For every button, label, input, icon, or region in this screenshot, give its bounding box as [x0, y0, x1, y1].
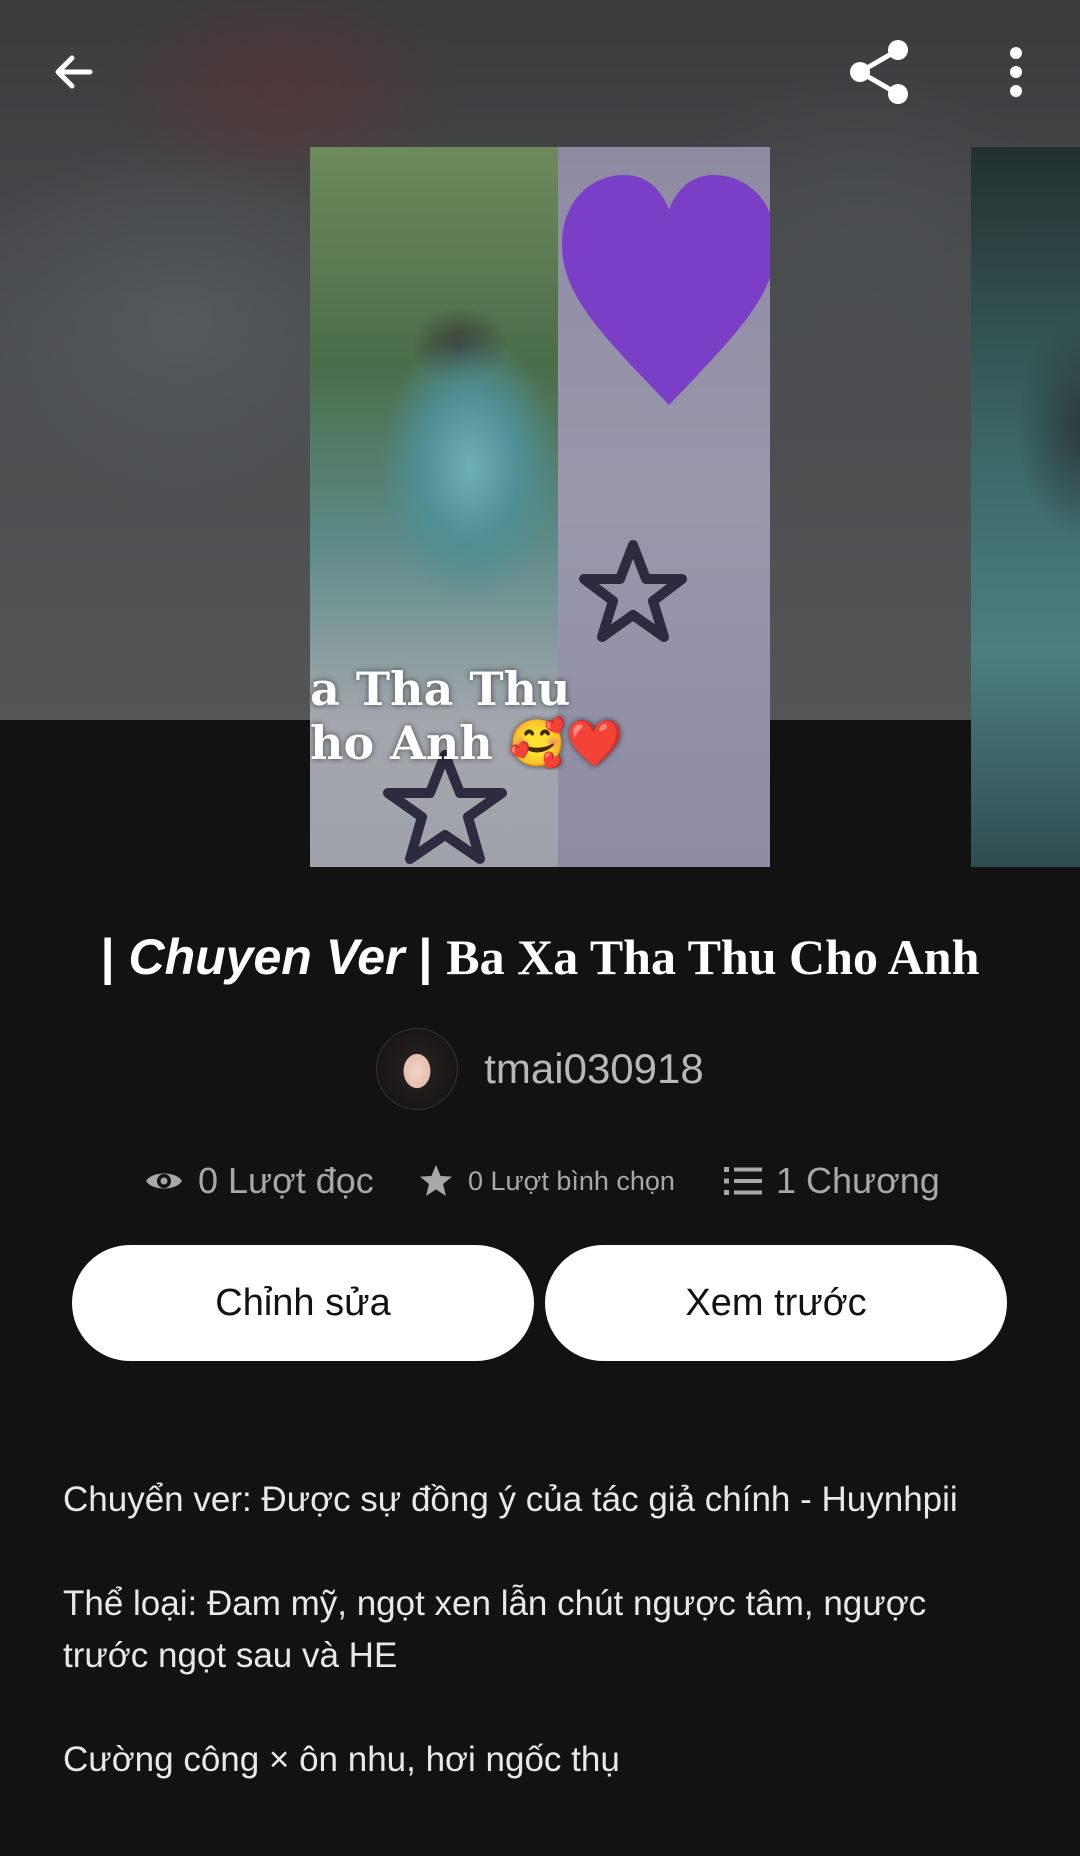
story-cover[interactable]: a Tha Thu ho Anh 🥰❤️	[310, 147, 770, 867]
reads-count: 0 Lượt đọc	[198, 1160, 374, 1201]
edit-button[interactable]: Chỉnh sửa	[72, 1245, 534, 1361]
description-paragraph: Thể loại: Đam mỹ, ngọt xen lẫn chút ngượ…	[63, 1584, 927, 1675]
votes-stat: 0 Lượt bình chọn	[418, 1155, 675, 1207]
parts-count: 1 Chương	[776, 1160, 940, 1201]
title-italic-part: Chuyen Ver	[128, 929, 405, 985]
author-name[interactable]: tmai030918	[484, 1045, 704, 1093]
arrow-left-icon	[55, 55, 93, 89]
star-outline-icon	[579, 540, 687, 642]
description-paragraph: Chuyển ver: Được sự đồng ý của tác giả c…	[63, 1480, 958, 1519]
heart-icon	[562, 175, 770, 405]
reads-stat: 0 Lượt đọc	[144, 1155, 374, 1207]
story-description: Chuyển ver: Được sự đồng ý của tác giả c…	[63, 1474, 1013, 1838]
title-main-part: Ba Xa Tha Thu Cho Anh	[446, 929, 980, 985]
story-details-screen: a Tha Thu ho Anh 🥰❤️ | Chuyen Ver | Ba X…	[0, 0, 1080, 1856]
preview-button[interactable]: Xem trước	[545, 1245, 1007, 1361]
author-avatar[interactable]	[376, 1028, 459, 1110]
cover-overlay-line: a Tha Thu	[310, 662, 571, 716]
author-link[interactable]: tmai030918	[0, 1028, 1080, 1110]
votes-count: 0 Lượt bình chọn	[468, 1165, 675, 1196]
title-separator: |	[404, 929, 447, 985]
more-options-button[interactable]	[968, 24, 1064, 120]
next-story-cover[interactable]	[971, 147, 1080, 867]
parts-stat: 1 Chương	[724, 1155, 940, 1207]
share-icon	[850, 40, 908, 104]
eye-icon	[146, 1173, 182, 1189]
story-stats: 0 Lượt đọc 0 Lượt bình chọn 1 Chương	[0, 1155, 1080, 1207]
star-icon	[420, 1165, 452, 1196]
cover-overlay-line: ho Anh 🥰❤️	[310, 716, 624, 770]
cover-overlay-text: a Tha Thu ho Anh 🥰❤️	[310, 662, 770, 770]
story-title: | Chuyen Ver | Ba Xa Tha Thu Cho Anh	[40, 925, 1040, 989]
back-button[interactable]	[26, 24, 122, 120]
title-prefix: |	[100, 929, 129, 985]
description-paragraph: Cường công × ôn nhu, hơi ngốc thụ	[63, 1740, 620, 1779]
more-vertical-icon	[1010, 47, 1022, 97]
list-icon	[724, 1167, 762, 1195]
share-button[interactable]	[832, 24, 928, 120]
